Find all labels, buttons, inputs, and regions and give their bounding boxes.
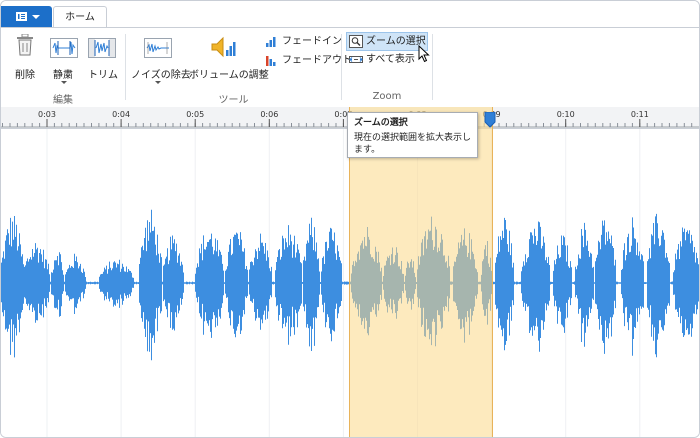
chevron-down-icon — [61, 81, 67, 84]
speaker-volume-icon — [211, 36, 236, 58]
show-all-button[interactable]: すべて表示 — [347, 51, 421, 68]
tab-home[interactable]: ホーム — [53, 6, 107, 28]
fade-in-icon — [266, 37, 276, 47]
silence-icon — [50, 38, 78, 58]
volume-adjust-label: ボリュームの調整 — [189, 70, 269, 81]
ruler-tick-label: 0:03 — [38, 110, 56, 119]
ribbon-tab-strip: ホーム — [1, 1, 699, 28]
tools-group-label: ツール — [218, 95, 249, 106]
silence-button[interactable]: 静粛 — [47, 32, 81, 90]
fit-all-icon — [349, 56, 363, 63]
noise-removal-label: ノイズの除去 — [131, 70, 191, 81]
trash-icon — [17, 34, 33, 56]
ruler-tick-label: 0:11 — [631, 110, 649, 119]
audio-editor-window: ホーム 削除 静粛 トリム 編集 ノイズの除去 ボリュームの調整 フェードイン … — [0, 0, 700, 438]
fade-out-icon — [266, 56, 276, 66]
fade-in-label: フェードイン — [282, 36, 342, 47]
ruler-tick-label: 0:10 — [557, 110, 575, 119]
trim-button[interactable]: トリム — [85, 32, 119, 90]
fade-out-button[interactable]: フェードアウト — [263, 52, 352, 69]
delete-label: 削除 — [15, 70, 35, 81]
noise-removal-button[interactable]: ノイズの除去 — [129, 32, 191, 90]
zoom-selection-icon — [349, 35, 363, 48]
volume-adjust-button[interactable]: ボリュームの調整 — [189, 32, 269, 90]
ruler-tick-label: 0:05 — [186, 110, 204, 119]
zoom-selection-label: ズームの選択 — [366, 36, 426, 47]
zoom-selection-button[interactable]: ズームの選択 — [346, 32, 428, 51]
show-all-label: すべて表示 — [366, 54, 415, 65]
selection-end-handle[interactable] — [484, 112, 496, 128]
app-menu-icon — [16, 12, 27, 21]
ribbon-panel: 削除 静粛 トリム 編集 ノイズの除去 ボリュームの調整 フェードイン フェード… — [1, 27, 699, 108]
mouse-cursor-icon — [418, 45, 430, 63]
ruler-tick-label: 0:06 — [260, 110, 278, 119]
app-menu-button[interactable] — [1, 6, 52, 27]
trim-label: トリム — [88, 70, 118, 81]
delete-button[interactable]: 削除 — [9, 32, 41, 90]
zoom-group-label: Zoom — [372, 91, 402, 102]
tooltip: ズームの選択 現在の選択範囲を拡大表示します。 — [347, 112, 478, 158]
ruler-tick-label: 0:04 — [112, 110, 130, 119]
edit-group-label: 編集 — [53, 95, 73, 106]
tooltip-body: 現在の選択範囲を拡大表示します。 — [354, 133, 472, 155]
fade-in-button[interactable]: フェードイン — [263, 33, 342, 50]
noise-removal-icon — [144, 38, 172, 58]
chevron-down-icon — [155, 81, 161, 84]
tooltip-title: ズームの選択 — [354, 118, 408, 128]
silence-label: 静粛 — [53, 70, 73, 81]
trim-icon — [88, 38, 116, 58]
chevron-down-icon — [32, 15, 40, 19]
group-divider — [432, 34, 433, 100]
